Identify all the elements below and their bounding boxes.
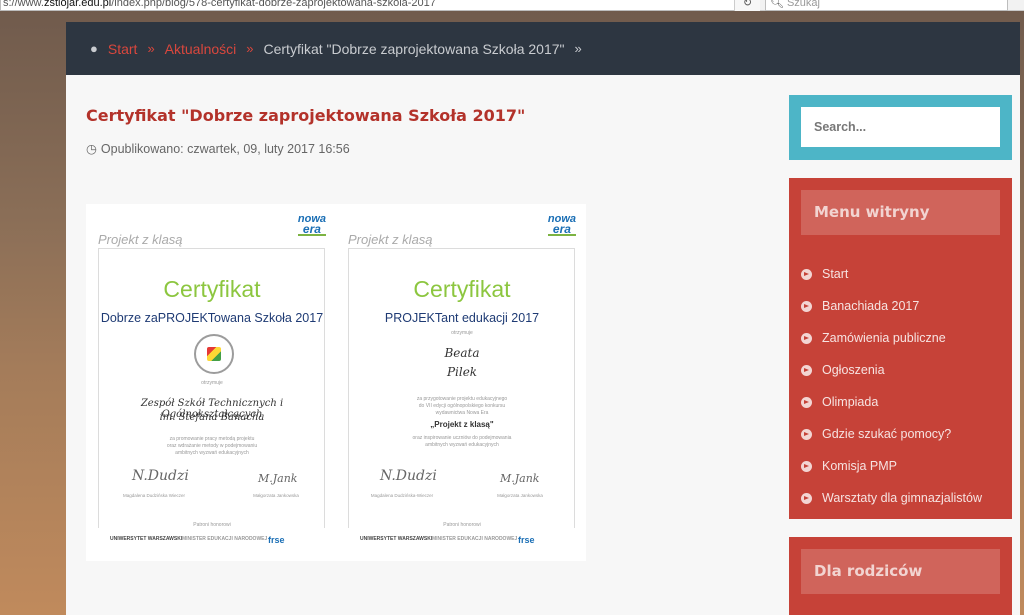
recipient-name: Beata <box>444 346 480 360</box>
certificate-subtitle: Dobrze zaPROJEKTowana Szkoła 2017 <box>100 311 324 325</box>
parents-title: Dla rodziców <box>801 549 1000 594</box>
body-line: oraz wdrażanie metody w podejmowaniu <box>166 443 258 449</box>
map-pin-icon: ● <box>90 41 98 56</box>
certificates-image: nowa era Projekt z klasą Certyfikat Dobrz… <box>86 204 586 561</box>
address-bar[interactable]: s://www.zstiojar.edu.pl/index.php/blog/5… <box>0 0 760 11</box>
partner-men: MINISTER EDUKACJI NARODOWEJ <box>432 536 518 542</box>
arrow-circle-icon <box>801 460 812 472</box>
program-title: „Projekt z klasą" <box>430 420 494 429</box>
arrow-circle-icon <box>801 332 812 344</box>
certificate-heading: Certyfikat <box>163 276 261 302</box>
project-logo: Projekt z klasą <box>98 232 183 247</box>
menu-item-komisja-pmp[interactable]: Komisja PMP <box>801 450 1000 482</box>
menu-list: Start Banachiada 2017 Zamówienia publicz… <box>801 258 1000 514</box>
body-line: za przygotowanie projektu edukacyjnego <box>416 396 508 402</box>
certificate-heading: Certyfikat <box>413 276 511 302</box>
article-publish-date: ◷ Opublikowano: czwartek, 09, luty 2017 1… <box>86 141 350 156</box>
menu-title: Menu witryny <box>801 190 1000 235</box>
url-host: zstiojar.edu.pl <box>43 0 112 9</box>
menu-item-start[interactable]: Start <box>801 258 1000 290</box>
arrow-circle-icon <box>801 396 812 408</box>
parents-module: Dla rodziców <box>789 537 1012 615</box>
patrons-label: Patroni honorowi <box>193 522 231 528</box>
breadcrumb: ● Start » Aktualności » Certyfikat "Dobr… <box>66 22 1020 75</box>
arrow-circle-icon <box>801 428 812 440</box>
partner-frse: frse <box>268 535 285 545</box>
search-input[interactable] <box>801 107 1000 147</box>
menu-item-pomoc[interactable]: Gdzie szukać pomocy? <box>801 418 1000 450</box>
school-seal-icon <box>194 334 234 374</box>
receiver-label: otrzymuje <box>201 380 223 386</box>
breadcrumb-aktualnosci[interactable]: Aktualności <box>165 41 237 57</box>
partner-men: MINISTER EDUKACJI NARODOWEJ <box>182 536 268 542</box>
url-path: /index.php/blog/578-certyfikat-dobrze-za… <box>111 0 436 9</box>
browser-toolbar: s://www.zstiojar.edu.pl/index.php/blog/5… <box>0 0 1024 11</box>
breadcrumb-current: Certyfikat "Dobrze zaprojektowana Szkoła… <box>263 40 565 57</box>
signature-caption: Małgorzata Jankowska <box>497 493 543 498</box>
signature-1: N.Dudzi <box>132 468 189 484</box>
menu-item-ogloszenia[interactable]: Ogłoszenia <box>801 354 1000 386</box>
signature-2: M.Jank <box>500 472 540 485</box>
body-line: ambitnych wyzwań edukacyjnych <box>425 442 499 448</box>
arrow-circle-icon <box>801 268 812 280</box>
signature-2: M.Jank <box>258 472 298 485</box>
partner-uw: UNIWERSYTET WARSZAWSKI <box>360 536 433 542</box>
magnifier-icon: 🔍︎ <box>770 0 784 9</box>
breadcrumb-start[interactable]: Start <box>108 41 138 57</box>
url-prefix: s://www. <box>3 0 44 9</box>
reload-icon[interactable]: ↻ <box>734 0 760 11</box>
nowa-era-logo: nowa era <box>297 213 326 236</box>
arrow-circle-icon <box>801 492 812 504</box>
signature-1: N.Dudzi <box>380 468 437 484</box>
recipient-name-2: im. Stefana Banacha <box>159 412 265 423</box>
patrons-label: Patroni honorowi <box>443 522 481 528</box>
site-menu-module: Menu witryny Start Banachiada 2017 Zamów… <box>789 178 1012 519</box>
menu-item-warsztaty[interactable]: Warsztaty dla gimnazjalistów <box>801 482 1000 514</box>
project-logo: Projekt z klasą <box>348 232 433 247</box>
browser-search-placeholder: Szukaj <box>786 0 820 9</box>
browser-search-field[interactable]: 🔍︎ Szukaj <box>765 0 1008 11</box>
menu-item-banachiada[interactable]: Banachiada 2017 <box>801 290 1000 322</box>
body-line: oraz inspirowanie uczniów do podejmowani… <box>412 435 512 441</box>
certificate-teacher: nowa era Projekt z klasą Certyfikat PROJE… <box>340 210 584 555</box>
body-line: do VII edycji ogólnopolskiego konkursu <box>418 403 506 409</box>
nowa-era-logo: nowa era <box>547 213 576 236</box>
menu-item-olimpiada[interactable]: Olimpiada <box>801 386 1000 418</box>
clock-icon: ◷ <box>86 142 97 156</box>
sidebar-search-module <box>789 95 1012 160</box>
recipient-name-2: Pilek <box>446 365 478 379</box>
body-line: za promowanie pracy metodą projektu <box>169 436 255 442</box>
body-line: wydawnictwa Nowa Era <box>435 410 489 416</box>
publish-date-text: Opublikowano: czwartek, 09, luty 2017 16… <box>100 142 350 156</box>
breadcrumb-separator: » <box>147 41 155 56</box>
arrow-circle-icon <box>801 300 812 312</box>
signature-caption: Magdalena Dudzińska-Wieczer <box>370 493 434 498</box>
signature-caption: Małgorzata Jankowska <box>253 493 299 498</box>
arrow-circle-icon <box>801 364 812 376</box>
article-title[interactable]: Certyfikat "Dobrze zaprojektowana Szkoła… <box>86 106 525 125</box>
menu-item-zamowienia[interactable]: Zamówienia publiczne <box>801 322 1000 354</box>
signature-caption: Magdalena Dudzińska Wieczer <box>122 493 186 498</box>
breadcrumb-separator: » <box>246 41 254 56</box>
partner-uw: UNIWERSYTET WARSZAWSKI <box>110 536 183 542</box>
certificate-school: nowa era Projekt z klasą Certyfikat Dobrz… <box>90 210 334 555</box>
receiver-label: otrzymuje <box>451 330 473 336</box>
body-line: ambitnych wyzwań edukacyjnych <box>175 450 249 456</box>
certificate-subtitle: PROJEKTant edukacji 2017 <box>384 311 540 325</box>
breadcrumb-separator: » <box>574 41 582 56</box>
partner-frse: frse <box>518 535 535 545</box>
